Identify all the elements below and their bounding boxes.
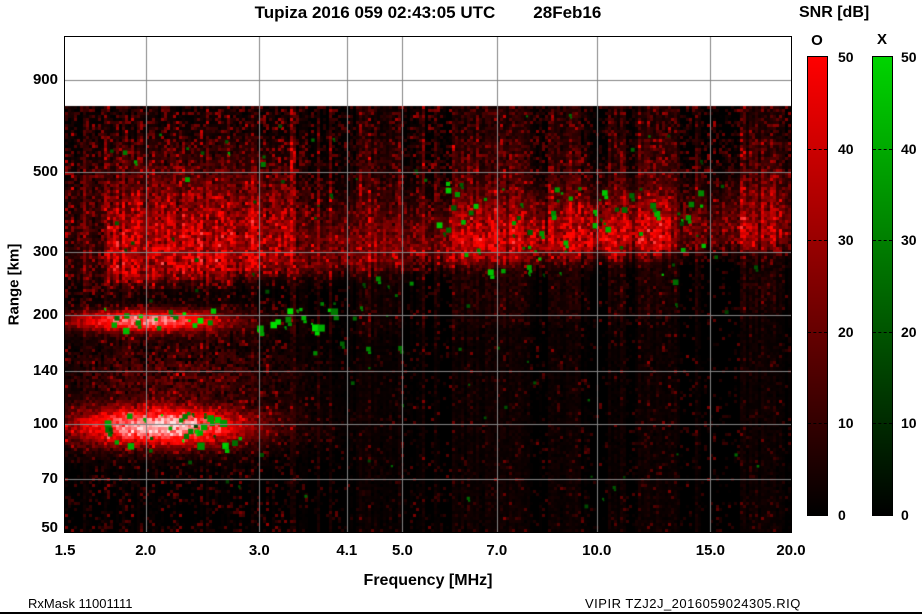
colorbar-title: SNR [dB] [799, 4, 870, 21]
colorbar-o-tick-dash [808, 423, 827, 425]
ionogram-plot-frame [64, 36, 792, 533]
x-tick-label: 7.0 [486, 542, 508, 559]
colorbar-o-tick-dash [808, 148, 827, 150]
x-tick-label: 3.0 [248, 542, 270, 559]
colorbar-x-tick-label: 20 [901, 323, 917, 340]
colorbar-x-tick-label: 30 [901, 232, 917, 249]
colorbar-o-tick-dash [808, 240, 827, 242]
colorbar-o-tick-label: 0 [838, 507, 846, 523]
colorbar-o-tick-label: 20 [838, 323, 854, 340]
x-tick-label: 4.1 [336, 542, 358, 559]
colorbar-x-tick-dash [873, 148, 892, 150]
colorbar-o-tick-label: 30 [838, 232, 854, 249]
o-polarization-label: O [811, 32, 823, 49]
y-tick-label: 900 [32, 71, 58, 89]
colorbar-x-tick-label: 40 [901, 140, 917, 157]
x-tick-label: 5.0 [392, 542, 413, 559]
colorbar-x-tick-dash [873, 423, 892, 425]
colorbar-x-tick-dash [873, 240, 892, 242]
x-axis-title: Frequency [MHz] [363, 572, 493, 589]
x-tick-label: 10.0 [582, 542, 612, 559]
y-tick-label: 50 [41, 519, 58, 536]
y-tick-label: 500 [32, 163, 58, 181]
snr-colorbar-o [807, 56, 828, 516]
colorbar-x-tick-label: 0 [901, 507, 909, 523]
colorbar-x-tick-label: 50 [901, 49, 917, 65]
x-tick-label: 20.0 [776, 542, 806, 559]
station-time-title: Tupiza 2016 059 02:43:05 UTC [254, 3, 496, 22]
x-tick-label: 1.5 [54, 542, 76, 559]
x-polarization-label: X [876, 31, 887, 48]
colorbar-x-tick-dash [873, 331, 892, 333]
y-tick-label: 140 [32, 362, 58, 380]
plot-title: Tupiza 2016 059 02:43:05 UTC 28Feb16 [65, 2, 791, 24]
x-tick-label: 2.0 [135, 542, 157, 559]
rxmask-status-text: RxMask 11001111 [28, 596, 133, 611]
y-tick-label: 70 [41, 470, 58, 488]
colorbar-o-tick-label: 10 [838, 415, 854, 432]
colorbar-x-tick-label: 10 [901, 415, 917, 432]
x-tick-label: 15.0 [695, 542, 725, 559]
y-tick-label: 300 [32, 242, 58, 260]
colorbar-o-tick-label: 50 [838, 49, 854, 65]
source-filename-text: VIPIR TZJ2J_2016059024305.RIQ [585, 596, 801, 611]
ionogram-heatmap-canvas [65, 37, 791, 532]
y-tick-label: 200 [32, 306, 58, 324]
date-label: 28Feb16 [533, 3, 602, 22]
colorbar-o-tick-dash [808, 331, 827, 333]
colorbar-o-tick-label: 40 [838, 140, 854, 157]
y-tick-label: 100 [32, 414, 58, 432]
snr-colorbar-x [872, 56, 893, 516]
